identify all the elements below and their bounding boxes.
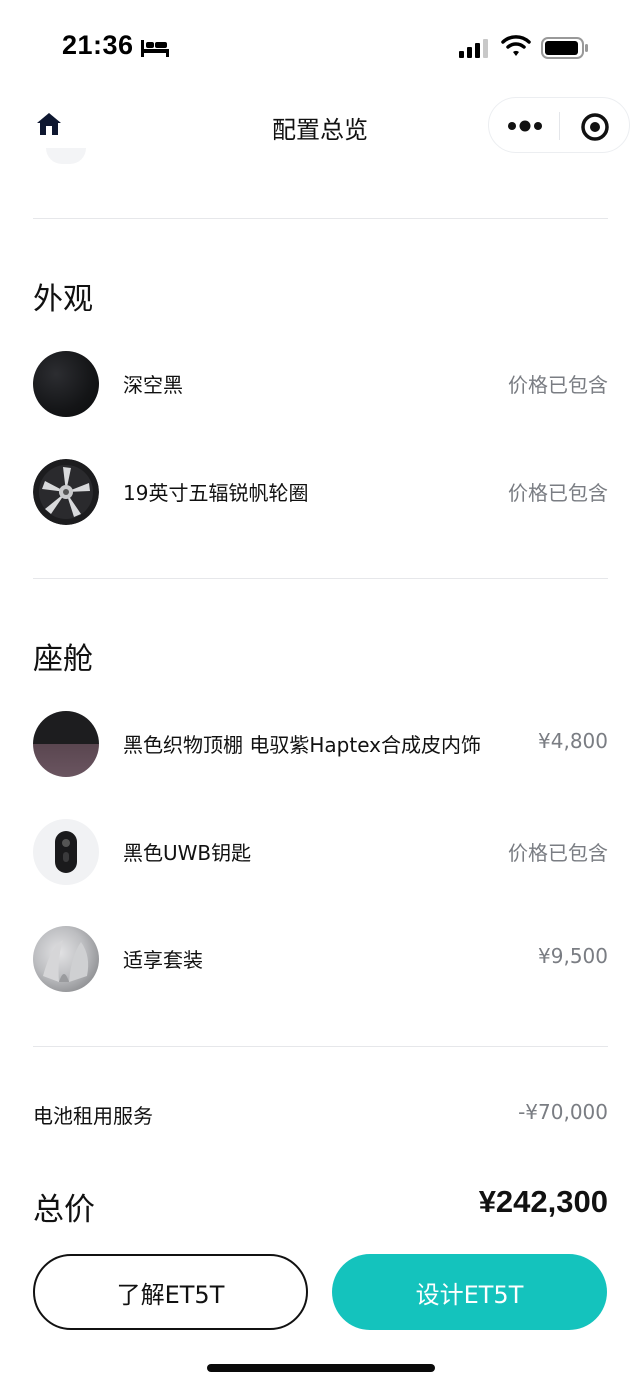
interior-swatch <box>33 711 99 777</box>
home-indicator[interactable] <box>207 1364 435 1372</box>
total-price: ¥242,300 <box>478 1184 608 1219</box>
option-row-key[interactable]: 黑色UWB钥匙 价格已包含 <box>33 819 608 885</box>
option-name: 适享套装 <box>123 948 203 972</box>
more-icon[interactable] <box>507 118 543 137</box>
option-price: 价格已包含 <box>508 481 608 505</box>
divider <box>33 578 608 579</box>
status-bar: 21:36 <box>0 0 640 92</box>
option-name: 黑色织物顶棚 电驭紫Haptex合成皮内饰 <box>123 733 481 757</box>
section-title-cabin: 座舱 <box>33 642 93 677</box>
bed-icon <box>140 38 170 62</box>
battery-service-row: 电池租用服务 -¥70,000 <box>33 1100 608 1130</box>
partial-thumbnail <box>46 148 86 164</box>
wheel-thumbnail <box>33 459 99 525</box>
divider <box>33 1046 608 1047</box>
status-time: 21:36 <box>62 30 134 60</box>
option-row-wheel[interactable]: 19英寸五辐锐帆轮圈 价格已包含 <box>33 459 608 525</box>
menu-capsule <box>488 97 630 153</box>
signal-icon <box>458 38 490 62</box>
option-name: 深空黑 <box>123 373 183 397</box>
target-icon[interactable] <box>580 112 610 146</box>
option-row-comfort-package[interactable]: 适享套装 ¥9,500 <box>33 926 608 992</box>
battery-service-value: -¥70,000 <box>518 1100 608 1124</box>
battery-icon <box>541 36 589 64</box>
learn-more-button[interactable]: 了解ET5T <box>33 1254 308 1330</box>
section-title-exterior: 外观 <box>33 282 93 317</box>
divider <box>33 218 608 219</box>
option-row-paint[interactable]: 深空黑 价格已包含 <box>33 351 608 417</box>
total-row: 总价 ¥242,300 <box>33 1184 608 1228</box>
total-label: 总价 <box>33 1192 95 1228</box>
capsule-divider <box>559 112 560 140</box>
wifi-icon <box>501 34 531 62</box>
option-price: ¥9,500 <box>538 944 608 968</box>
option-price: ¥4,800 <box>538 729 608 753</box>
seat-thumbnail <box>33 926 99 992</box>
option-name: 黑色UWB钥匙 <box>123 841 252 865</box>
option-name: 19英寸五辐锐帆轮圈 <box>123 481 309 505</box>
option-price: 价格已包含 <box>508 841 608 865</box>
key-thumbnail <box>33 819 99 885</box>
battery-service-label: 电池租用服务 <box>33 1104 153 1128</box>
option-price: 价格已包含 <box>508 373 608 397</box>
nav-bar: 配置总览 <box>0 92 640 158</box>
design-button[interactable]: 设计ET5T <box>332 1254 607 1330</box>
option-row-interior[interactable]: 黑色织物顶棚 电驭紫Haptex合成皮内饰 ¥4,800 <box>33 711 608 777</box>
paint-swatch <box>33 351 99 417</box>
